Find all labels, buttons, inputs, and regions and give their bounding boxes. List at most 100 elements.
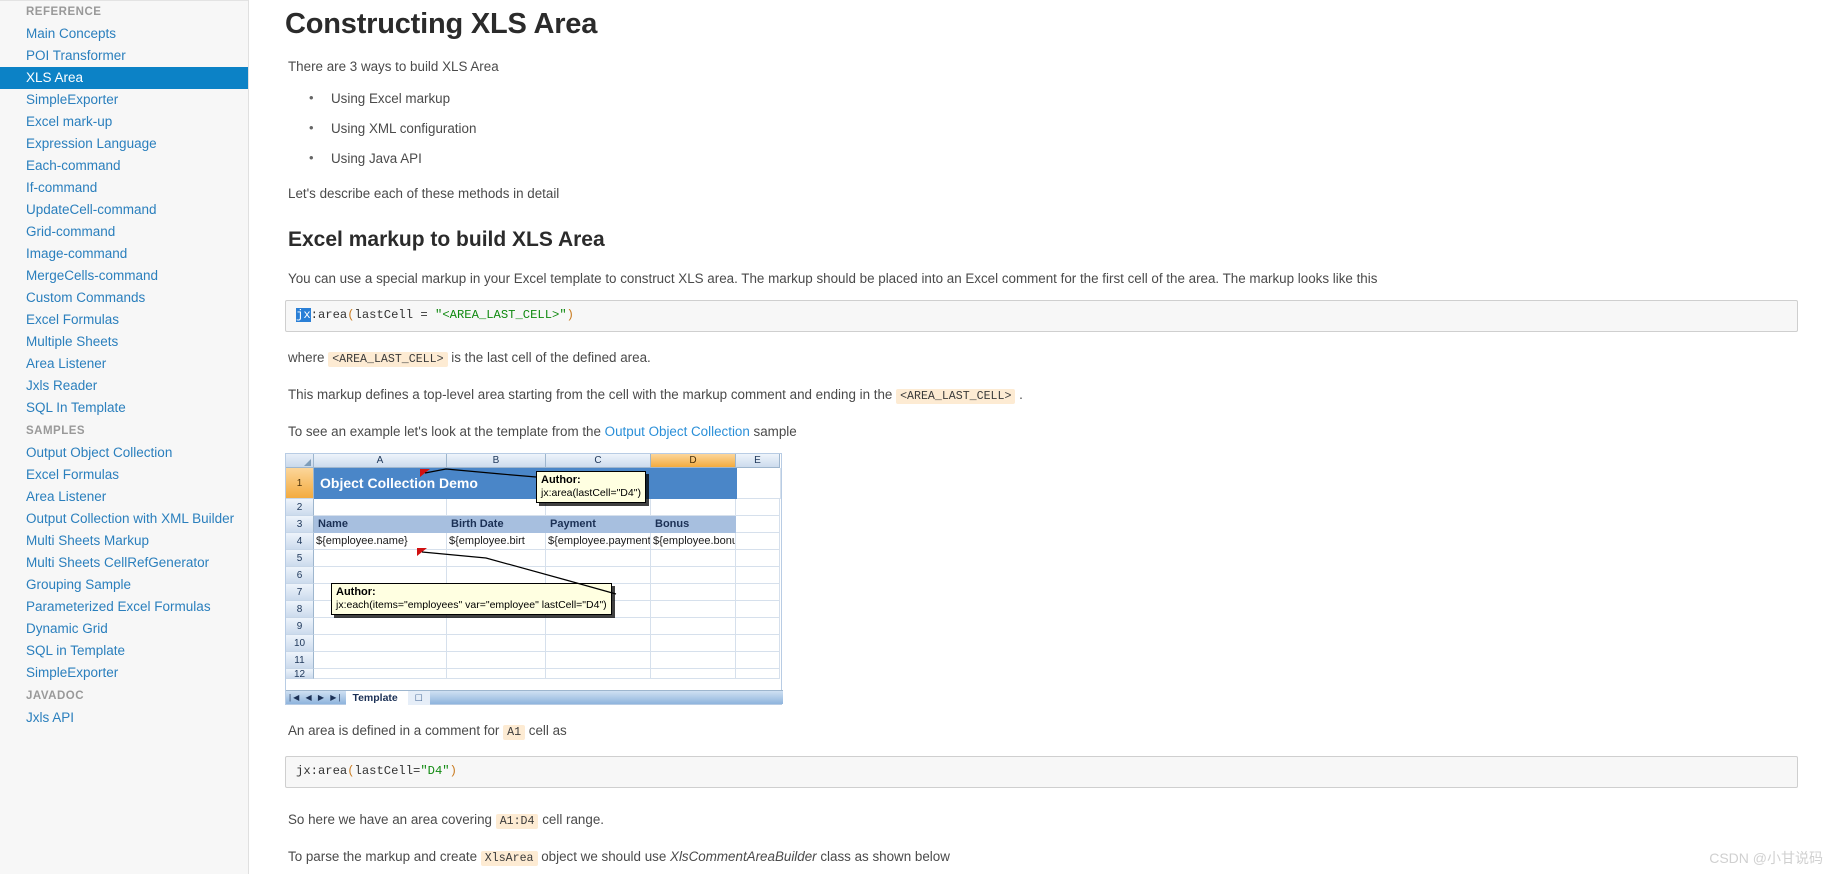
sidebar-item-output-collection-with-xml-builder[interactable]: Output Collection with XML Builder — [0, 508, 248, 530]
excel-cell-d11[interactable] — [651, 652, 736, 669]
excel-cell-e6[interactable] — [736, 567, 780, 584]
excel-cell-b9[interactable] — [447, 618, 546, 635]
sidebar-item-main-concepts[interactable]: Main Concepts — [0, 23, 248, 45]
excel-row-header-10[interactable]: 10 — [286, 635, 314, 652]
excel-cell-e4[interactable] — [736, 533, 780, 550]
sidebar-item-xls-area[interactable]: XLS Area — [0, 67, 248, 89]
sidebar-item-poi-transformer[interactable]: POI Transformer — [0, 45, 248, 67]
excel-cell-d5[interactable] — [651, 550, 736, 567]
excel-cell-a12[interactable] — [314, 669, 447, 679]
sidebar-item-if-command[interactable]: If-command — [0, 177, 248, 199]
excel-cell-b5[interactable] — [447, 550, 546, 567]
excel-cell-b6[interactable] — [447, 567, 546, 584]
excel-cell-d8[interactable] — [651, 601, 736, 618]
excel-col-header-b[interactable]: B — [447, 454, 546, 468]
sidebar-item-each-command[interactable]: Each-command — [0, 155, 248, 177]
excel-cell-e10[interactable] — [736, 635, 780, 652]
sidebar-item-expression-language[interactable]: Expression Language — [0, 133, 248, 155]
excel-cell-a5[interactable] — [314, 550, 447, 567]
excel-row-header-2[interactable]: 2 — [286, 499, 314, 516]
excel-cell-b2[interactable] — [447, 499, 546, 516]
excel-row-header-4[interactable]: 4 — [286, 533, 314, 550]
excel-cell-e7[interactable] — [736, 584, 780, 601]
excel-row-header-3[interactable]: 3 — [286, 516, 314, 533]
sidebar-navigation[interactable]: REFERENCE Main Concepts POI Transformer XLS… — [0, 0, 249, 874]
excel-comment-each-markup[interactable]: Author: jx:each(items="employees" var="e… — [331, 583, 612, 615]
excel-cell-e8[interactable] — [736, 601, 780, 618]
excel-cell-c3[interactable]: Payment — [546, 516, 651, 533]
sidebar-item-output-object-collection[interactable]: Output Object Collection — [0, 442, 248, 464]
excel-row-header-7[interactable]: 7 — [286, 584, 314, 601]
excel-cell-e11[interactable] — [736, 652, 780, 669]
excel-cell-c4[interactable]: ${employee.payment} — [546, 533, 651, 550]
sidebar-item-excel-formulas[interactable]: Excel Formulas — [0, 309, 248, 331]
sidebar-item-sql-in-template[interactable]: SQL in Template — [0, 640, 248, 662]
excel-cell-d2[interactable] — [651, 499, 736, 516]
excel-cell-a2[interactable] — [314, 499, 447, 516]
sidebar-item-grouping-sample[interactable]: Grouping Sample — [0, 574, 248, 596]
excel-cell-d6[interactable] — [651, 567, 736, 584]
excel-col-header-c[interactable]: C — [546, 454, 651, 468]
sidebar-item-sql-in-template[interactable]: SQL In Template — [0, 397, 248, 419]
excel-cell-d9[interactable] — [651, 618, 736, 635]
excel-col-header-e[interactable]: E — [736, 454, 780, 468]
code-block-area-d4[interactable]: jx:area(lastCell="D4") — [285, 756, 1798, 788]
sidebar-item-jxls-reader[interactable]: Jxls Reader — [0, 375, 248, 397]
sidebar-item-dynamic-grid[interactable]: Dynamic Grid — [0, 618, 248, 640]
excel-col-header-d[interactable]: D — [651, 454, 736, 468]
excel-cell-d3[interactable]: Bonus — [651, 516, 736, 533]
sidebar-item-simpleexporter[interactable]: SimpleExporter — [0, 89, 248, 111]
sheet-tab-template[interactable]: Template — [346, 690, 408, 705]
excel-cell-b10[interactable] — [447, 635, 546, 652]
code-block-area-markup[interactable]: jx:area(lastCell = "<AREA_LAST_CELL>") — [285, 300, 1798, 332]
sidebar-item-updatecell-command[interactable]: UpdateCell-command — [0, 199, 248, 221]
excel-cell-b3[interactable]: Birth Date — [447, 516, 546, 533]
excel-cell-c10[interactable] — [546, 635, 651, 652]
excel-row-header-8[interactable]: 8 — [286, 601, 314, 618]
excel-cell-d4[interactable]: ${employee.bonus} — [651, 533, 736, 550]
excel-row-header-1[interactable]: 1 — [286, 468, 314, 499]
excel-row-header-9[interactable]: 9 — [286, 618, 314, 635]
excel-cell-e3[interactable] — [736, 516, 780, 533]
sidebar-item-parameterized-excel-formulas[interactable]: Parameterized Excel Formulas — [0, 596, 248, 618]
excel-cell-e5[interactable] — [736, 550, 780, 567]
excel-cell-d7[interactable] — [651, 584, 736, 601]
excel-row-header-12[interactable]: 12 — [286, 669, 314, 679]
excel-cell-a10[interactable] — [314, 635, 447, 652]
sheet-nav-buttons-icon[interactable]: |◀ ◀ ▶ ▶| — [286, 691, 346, 705]
excel-sheet-tab-bar[interactable]: |◀ ◀ ▶ ▶| Template ☐ — [286, 690, 783, 705]
sidebar-item-multi-sheets-cellrefgenerator[interactable]: Multi Sheets CellRefGenerator — [0, 552, 248, 574]
excel-cell-c9[interactable] — [546, 618, 651, 635]
excel-cell-a11[interactable] — [314, 652, 447, 669]
sidebar-item-simpleexporter[interactable]: SimpleExporter — [0, 662, 248, 684]
excel-cell-e1[interactable] — [737, 468, 781, 499]
excel-cell-d10[interactable] — [651, 635, 736, 652]
excel-cell-a9[interactable] — [314, 618, 447, 635]
excel-cell-a1-title[interactable]: Object Collection Demo — [314, 468, 737, 499]
sidebar-item-custom-commands[interactable]: Custom Commands — [0, 287, 248, 309]
excel-col-header-a[interactable]: A — [314, 454, 447, 468]
excel-cell-d12[interactable] — [651, 669, 736, 679]
excel-row-header-6[interactable]: 6 — [286, 567, 314, 584]
excel-cell-a6[interactable] — [314, 567, 447, 584]
excel-cell-c5[interactable] — [546, 550, 651, 567]
sidebar-item-multiple-sheets[interactable]: Multiple Sheets — [0, 331, 248, 353]
new-sheet-icon[interactable]: ☐ — [407, 690, 430, 705]
excel-cell-c6[interactable] — [546, 567, 651, 584]
excel-select-all-corner[interactable] — [286, 454, 314, 468]
sidebar-item-excel-formulas[interactable]: Excel Formulas — [0, 464, 248, 486]
sidebar-item-grid-command[interactable]: Grid-command — [0, 221, 248, 243]
excel-cell-b12[interactable] — [447, 669, 546, 679]
sidebar-item-mergecells-command[interactable]: MergeCells-command — [0, 265, 248, 287]
excel-row-header-5[interactable]: 5 — [286, 550, 314, 567]
excel-cell-a3[interactable]: Name — [314, 516, 447, 533]
sidebar-item-jxls-api[interactable]: Jxls API — [0, 707, 248, 729]
excel-cell-b4[interactable]: ${employee.birt — [447, 533, 546, 550]
sidebar-item-multi-sheets-markup[interactable]: Multi Sheets Markup — [0, 530, 248, 552]
excel-cell-c12[interactable] — [546, 669, 651, 679]
excel-row-header-11[interactable]: 11 — [286, 652, 314, 669]
excel-cell-e2[interactable] — [736, 499, 780, 516]
excel-cell-c11[interactable] — [546, 652, 651, 669]
sidebar-item-image-command[interactable]: Image-command — [0, 243, 248, 265]
excel-comment-area-markup[interactable]: Author: jx:area(lastCell="D4") — [536, 471, 646, 503]
